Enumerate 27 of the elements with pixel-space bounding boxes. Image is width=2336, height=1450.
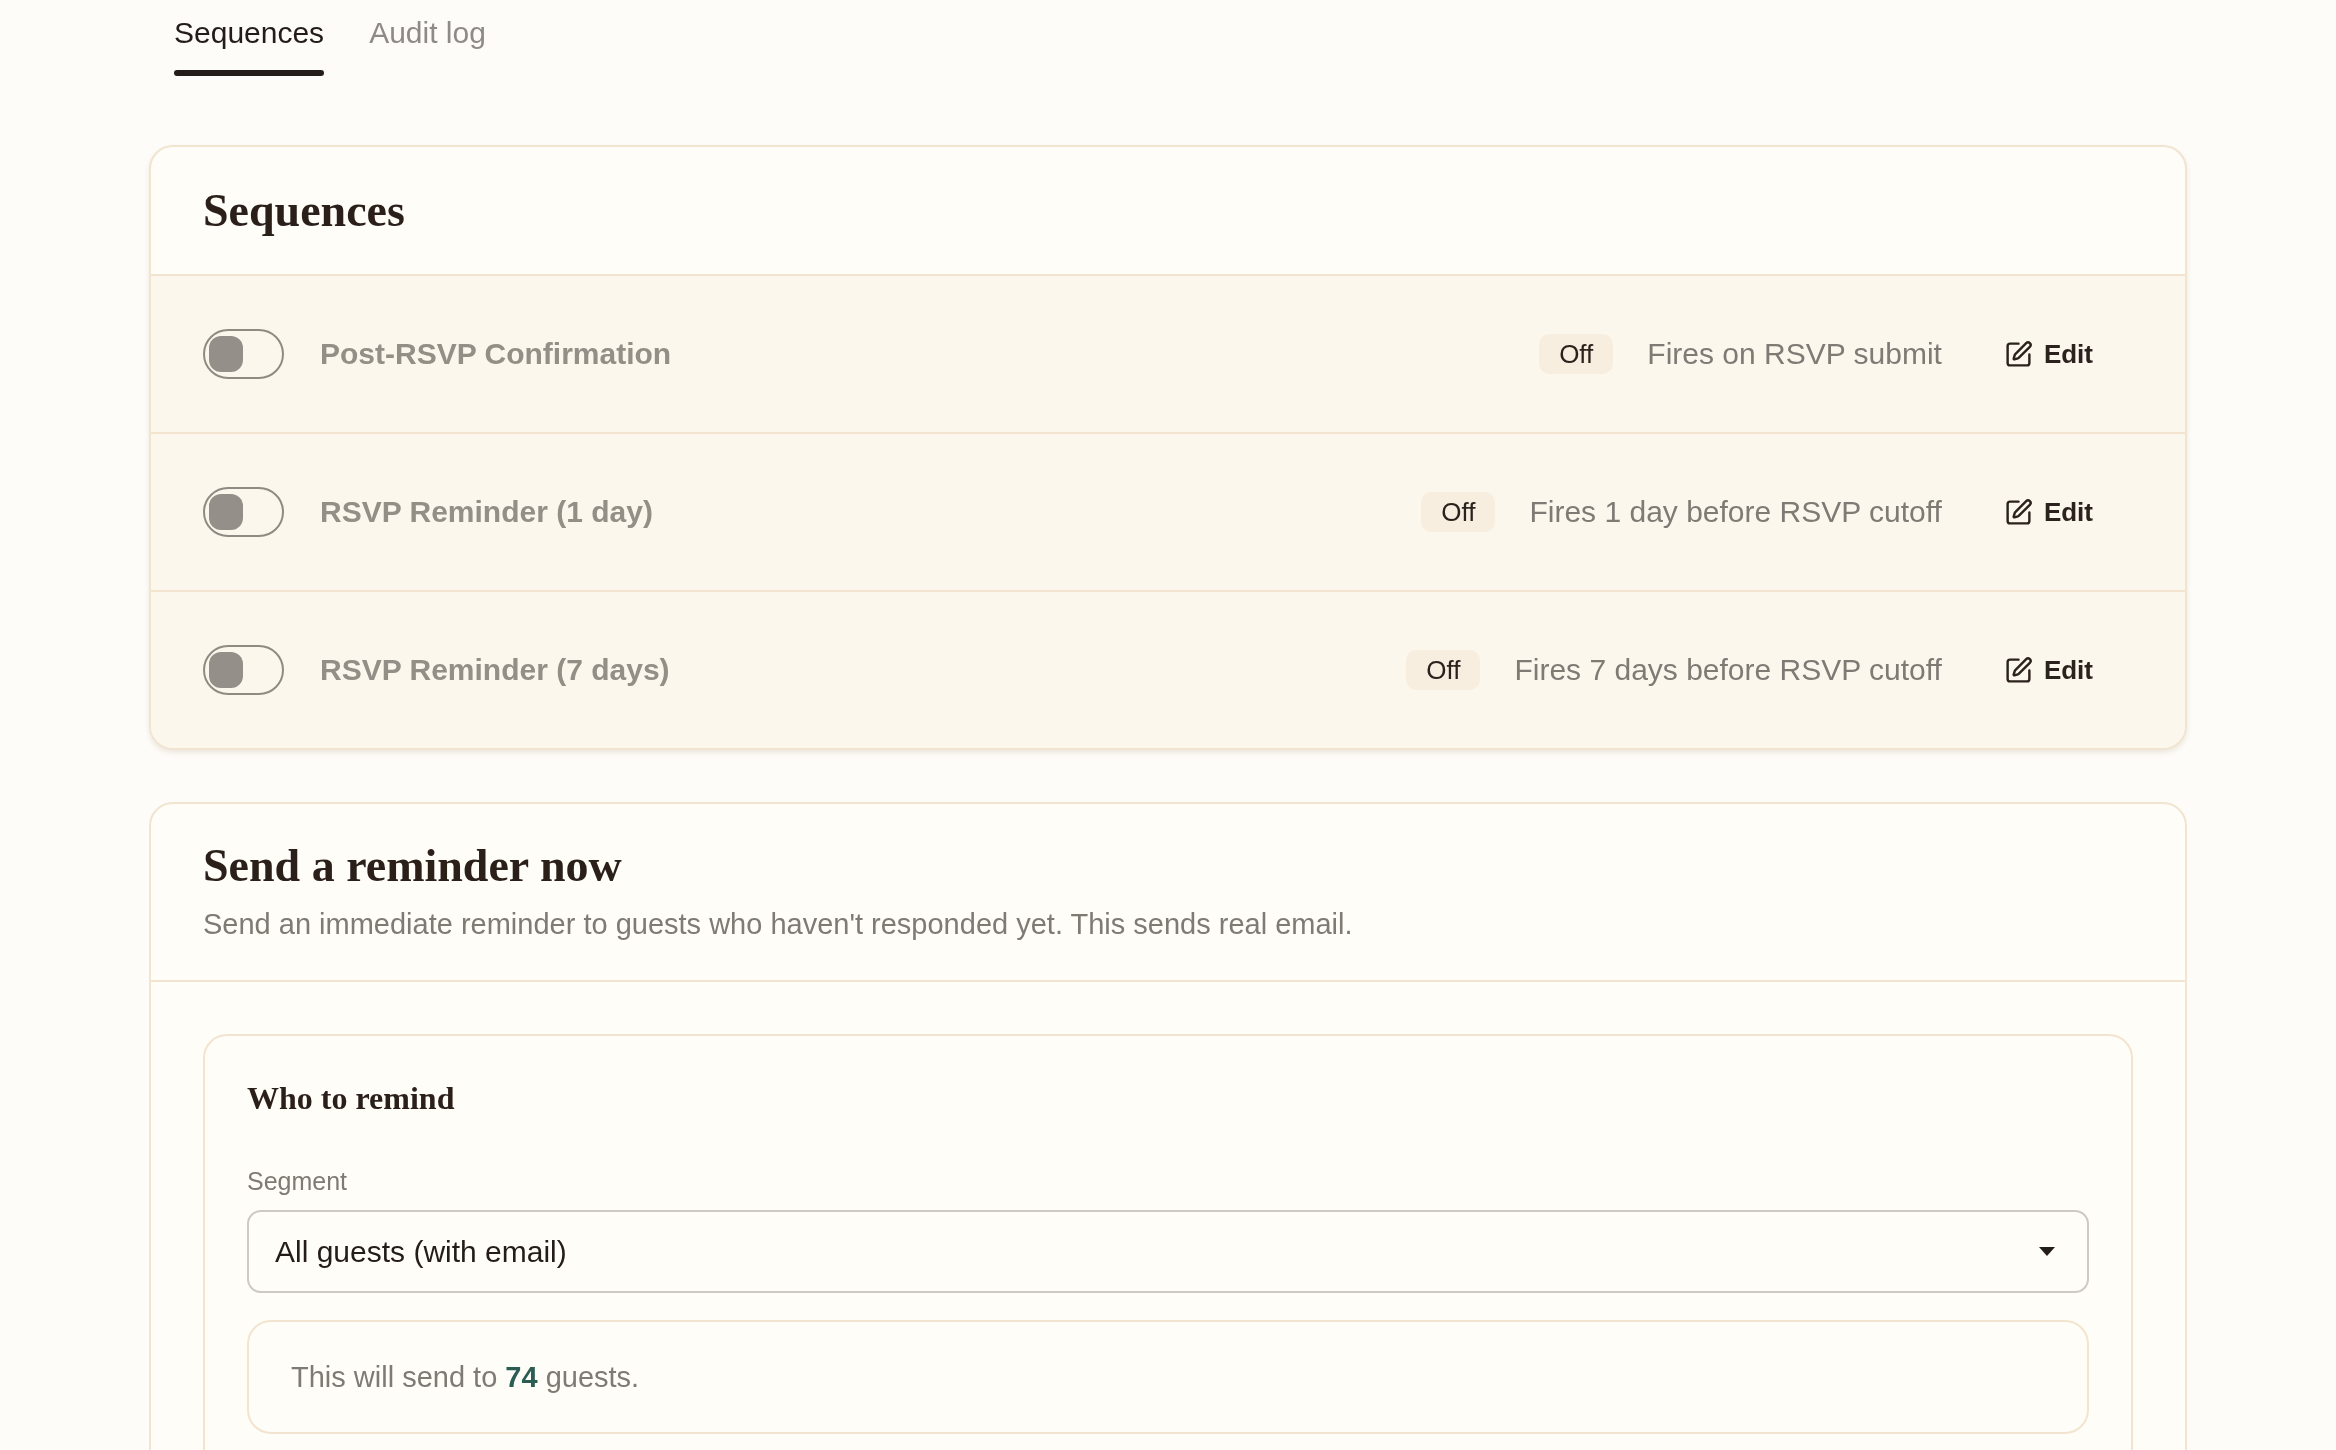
edit-button[interactable]: Edit <box>1991 330 2105 378</box>
sequence-name: RSVP Reminder (1 day) <box>320 494 653 530</box>
toggle-switch[interactable] <box>203 487 284 537</box>
trigger-text: Fires 1 day before RSVP cutoff <box>1529 494 1942 530</box>
recipient-count-text: This will send to 74 guests. <box>291 1360 640 1395</box>
pencil-square-icon <box>2003 655 2033 685</box>
caret-down-icon <box>2039 1247 2055 1256</box>
toggle-switch[interactable] <box>203 645 284 695</box>
edit-button[interactable]: Edit <box>1991 646 2105 694</box>
segment-select[interactable]: All guests (with email) <box>247 1210 2089 1293</box>
trigger-text: Fires 7 days before RSVP cutoff <box>1514 652 1942 688</box>
toggle-switch[interactable] <box>203 329 284 379</box>
card-title: Sequences <box>203 183 405 238</box>
status-badge: Off <box>1421 492 1496 532</box>
edit-button[interactable]: Edit <box>1991 488 2105 536</box>
tab[interactable]: Sequences <box>168 0 331 76</box>
pencil-square-icon <box>2003 339 2033 369</box>
trigger-text: Fires on RSVP submit <box>1647 336 1942 372</box>
field-label: Segment <box>247 1166 349 1197</box>
status-badge: Off <box>1406 650 1481 690</box>
sequence-name: Post-RSVP Confirmation <box>320 336 672 372</box>
sequence-name: RSVP Reminder (7 days) <box>320 652 670 688</box>
card-title: Send a reminder now <box>203 839 623 893</box>
section-title: Who to remind <box>247 1079 456 1118</box>
status-badge: Off <box>1539 334 1614 374</box>
card-description: Send an immediate reminder to guests who haven't responded yet. This sends real email. <box>203 907 1354 942</box>
pencil-square-icon <box>2003 497 2033 527</box>
